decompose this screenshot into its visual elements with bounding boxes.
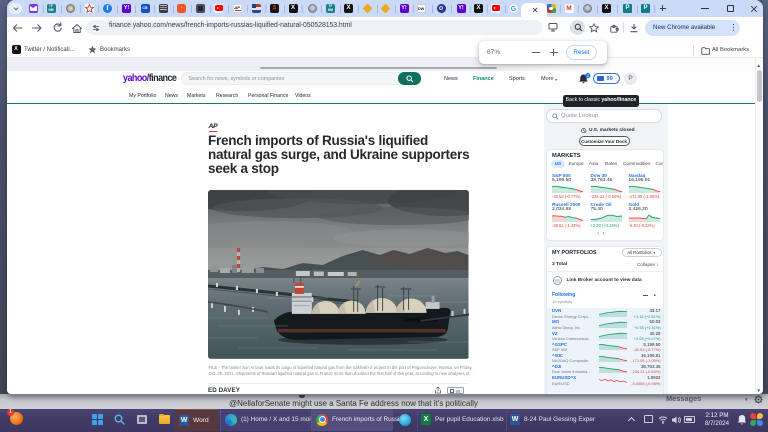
svg-text:2: 2 bbox=[587, 74, 589, 78]
